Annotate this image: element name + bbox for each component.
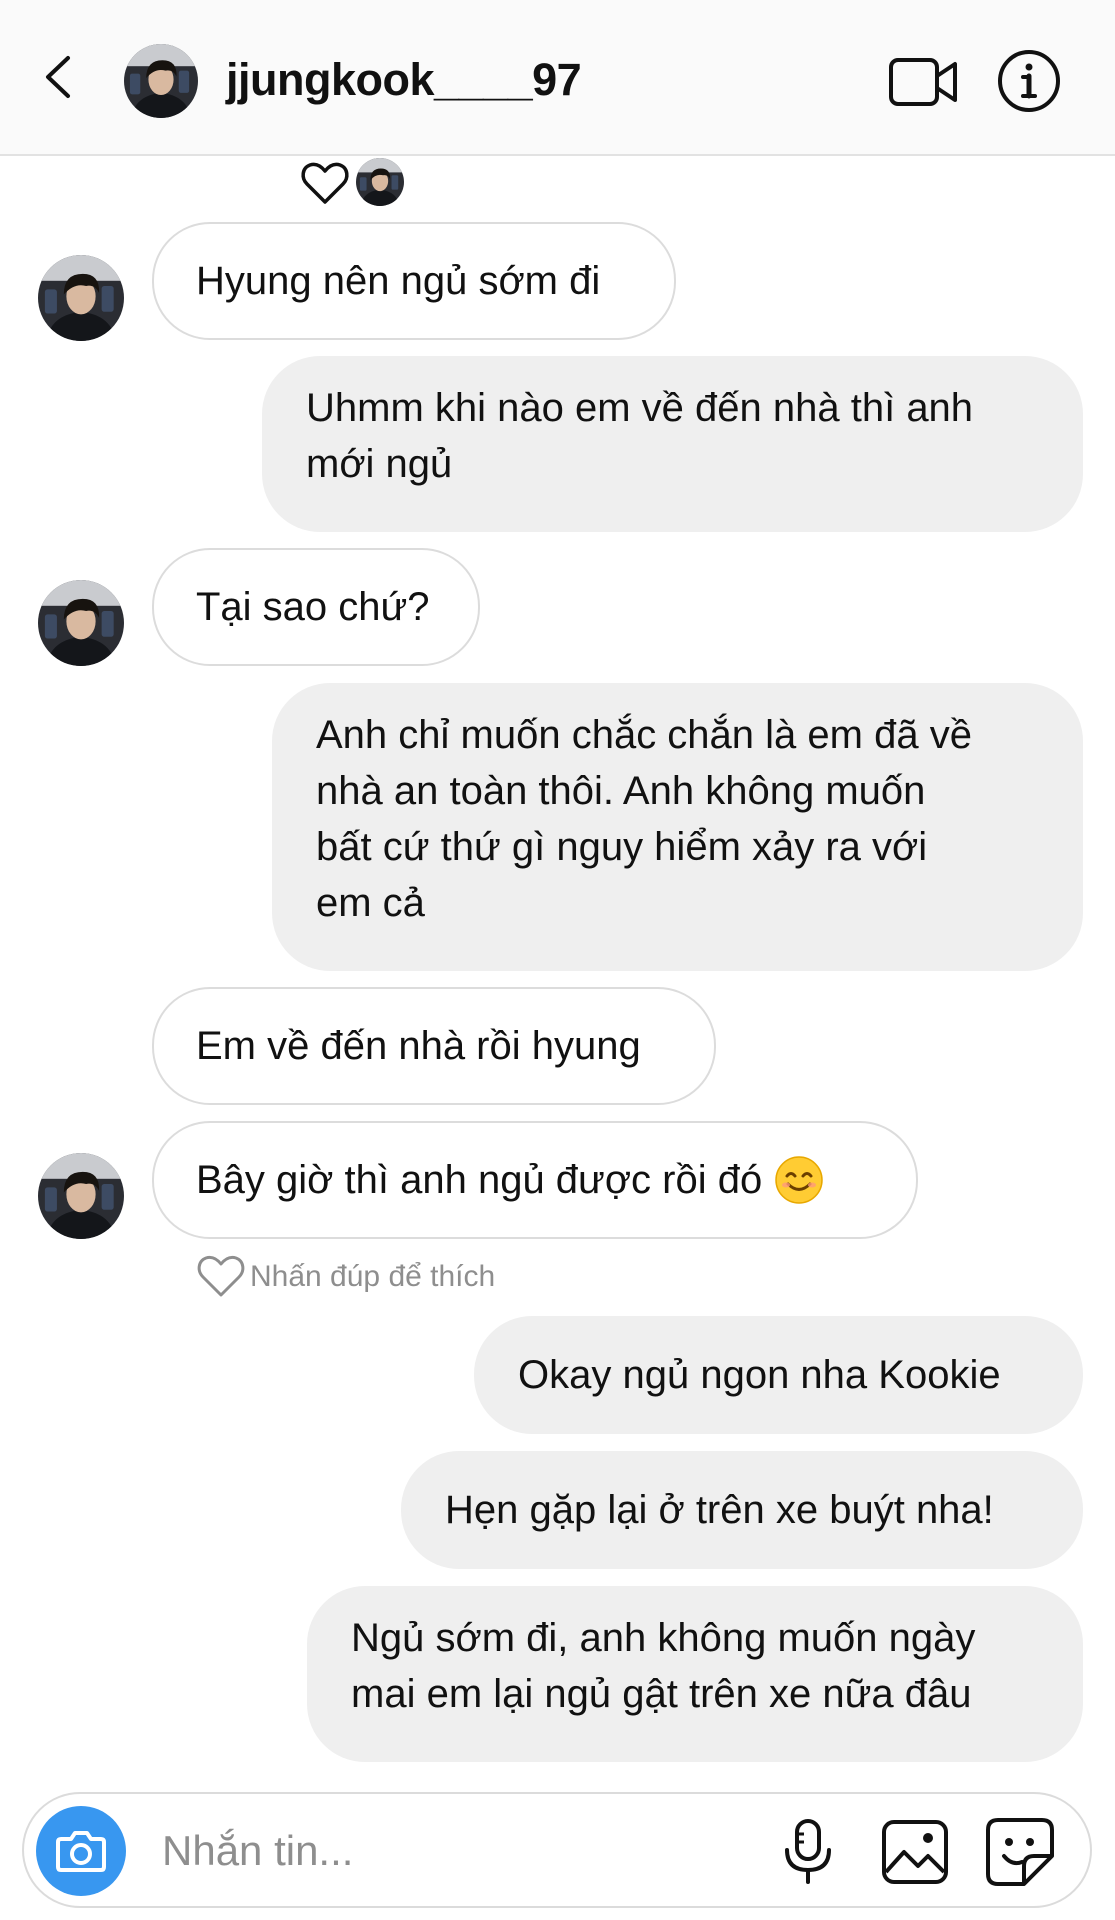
message-text: mới ngủ [306,442,453,486]
outgoing-message[interactable]: Okay ngủ ngon nha Kookie [474,1316,1083,1434]
message-text: Ngủ sớm đi, anh không muốn ngày [351,1616,976,1660]
sticker-button[interactable] [984,1816,1056,1888]
info-icon [998,50,1060,112]
reaction-avatar [356,158,404,206]
microphone-icon [785,1819,831,1884]
info-button[interactable] [996,48,1062,114]
contact-avatar[interactable] [124,44,198,118]
sticker-icon [986,1818,1054,1886]
heart-icon [301,162,349,204]
message-text: Okay ngủ ngon nha Kookie [518,1353,1001,1397]
video-camera-icon [889,58,957,106]
message-text: Anh chỉ muốn chắc chắn là em đã về [316,713,972,757]
incoming-message[interactable]: Bây giờ thì anh ngủ được rồi đó [152,1121,918,1239]
outgoing-message[interactable]: Uhmm khi nào em về đến nhà thì anh mới n… [262,356,1083,532]
sender-avatar[interactable] [38,1153,124,1239]
message-text: Em về đến nhà rồi hyung [196,1024,641,1068]
message-text: Hẹn gặp lại ở trên xe buýt nha! [445,1488,994,1532]
smiling-face-emoji [775,1156,823,1204]
camera-button[interactable] [36,1806,126,1896]
incoming-message[interactable]: Em về đến nhà rồi hyung [152,987,716,1105]
like-hint-text: Nhấn đúp để thích [250,1260,496,1293]
message-composer [22,1792,1092,1908]
outgoing-message[interactable]: Hẹn gặp lại ở trên xe buýt nha! [401,1451,1083,1569]
message-text: mai em lại ngủ gật trên xe nữa đâu [351,1672,972,1716]
incoming-message[interactable]: Tại sao chứ? [152,548,480,666]
gallery-icon [882,1820,948,1884]
chat-header: jjungkook____97 [0,0,1115,156]
message-text: Bây giờ thì anh ngủ được rồi đó [196,1158,763,1202]
message-text: nhà an toàn thôi. Anh không muốn [316,769,926,813]
heart-outline-icon [197,1255,245,1297]
voice-message-button[interactable] [780,1818,836,1886]
video-call-button[interactable] [888,54,960,110]
sender-avatar[interactable] [38,255,124,341]
contact-username[interactable]: jjungkook____97 [226,52,582,108]
message-text: Hyung nên ngủ sớm đi [196,259,601,303]
back-button[interactable] [36,46,86,108]
message-text: em cả [316,881,425,925]
gallery-button[interactable] [880,1818,950,1886]
message-text: Tại sao chứ? [196,585,430,629]
sender-avatar[interactable] [38,580,124,666]
outgoing-message[interactable]: Anh chỉ muốn chắc chắn là em đã về nhà a… [272,683,1083,971]
message-reactions[interactable] [300,158,410,208]
message-text: bất cứ thứ gì nguy hiểm xảy ra với [316,825,928,869]
chevron-left-icon [46,56,70,98]
outgoing-message[interactable]: Ngủ sớm đi, anh không muốn ngày mai em l… [307,1586,1083,1762]
message-text: Uhmm khi nào em về đến nhà thì anh [306,386,974,430]
camera-icon [56,1831,106,1872]
incoming-message[interactable]: Hyung nên ngủ sớm đi [152,222,676,340]
message-input[interactable] [162,1816,762,1886]
